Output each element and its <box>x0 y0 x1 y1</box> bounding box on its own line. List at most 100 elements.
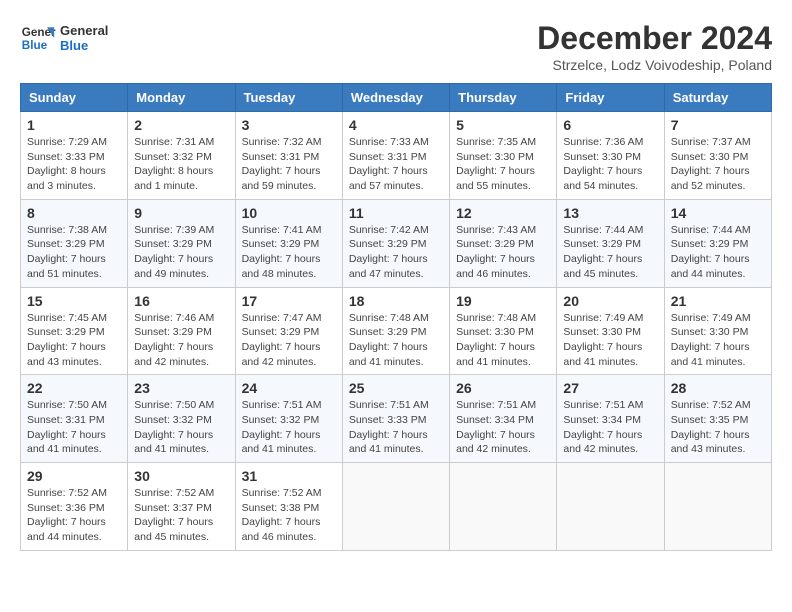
day-header-sunday: Sunday <box>21 84 128 112</box>
day-number: 27 <box>563 380 657 396</box>
day-header-monday: Monday <box>128 84 235 112</box>
calendar-cell: 8Sunrise: 7:38 AMSunset: 3:29 PMDaylight… <box>21 199 128 287</box>
calendar-cell: 26 Sunrise: 7:51 AMSunset: 3:34 PMDayligh… <box>450 375 557 463</box>
day-info: Sunrise: 7:52 AMSunset: 3:37 PMDaylight:… <box>134 486 228 545</box>
calendar-header: SundayMondayTuesdayWednesdayThursdayFrid… <box>21 84 772 112</box>
day-header-friday: Friday <box>557 84 664 112</box>
calendar-cell: 2 Sunrise: 7:31 AMSunset: 3:32 PMDaylight… <box>128 112 235 200</box>
calendar-cell: 3 Sunrise: 7:32 AMSunset: 3:31 PMDaylight… <box>235 112 342 200</box>
day-number: 17 <box>242 293 336 309</box>
day-number: 6 <box>563 117 657 133</box>
day-info: Sunrise: 7:52 AMSunset: 3:35 PMDaylight:… <box>671 398 765 457</box>
day-number: 19 <box>456 293 550 309</box>
calendar-cell: 23Sunrise: 7:50 AMSunset: 3:32 PMDayligh… <box>128 375 235 463</box>
day-number: 31 <box>242 468 336 484</box>
day-number: 15 <box>27 293 121 309</box>
calendar-cell: 17 Sunrise: 7:47 AMSunset: 3:29 PMDayligh… <box>235 287 342 375</box>
svg-text:Blue: Blue <box>22 39 48 52</box>
calendar-week-1: 1 Sunrise: 7:29 AMSunset: 3:33 PMDaylight… <box>21 112 772 200</box>
calendar-cell: 24 Sunrise: 7:51 AMSunset: 3:32 PMDayligh… <box>235 375 342 463</box>
calendar-cell: 19 Sunrise: 7:48 AMSunset: 3:30 PMDayligh… <box>450 287 557 375</box>
day-number: 12 <box>456 205 550 221</box>
calendar-week-5: 29 Sunrise: 7:52 AMSunset: 3:36 PMDayligh… <box>21 463 772 551</box>
title-area: December 2024 Strzelce, Lodz Voivodeship… <box>537 20 772 73</box>
day-number: 29 <box>27 468 121 484</box>
calendar-cell: 22 Sunrise: 7:50 AMSunset: 3:31 PMDayligh… <box>21 375 128 463</box>
day-info: Sunrise: 7:32 AMSunset: 3:31 PMDaylight:… <box>242 135 336 194</box>
calendar-week-3: 15Sunrise: 7:45 AMSunset: 3:29 PMDayligh… <box>21 287 772 375</box>
day-info: Sunrise: 7:51 AMSunset: 3:32 PMDaylight:… <box>242 398 336 457</box>
day-number: 26 <box>456 380 550 396</box>
day-info: Sunrise: 7:41 AMSunset: 3:29 PMDaylight:… <box>242 223 336 282</box>
calendar-cell: 15Sunrise: 7:45 AMSunset: 3:29 PMDayligh… <box>21 287 128 375</box>
calendar-cell: 7 Sunrise: 7:37 AMSunset: 3:30 PMDaylight… <box>664 112 771 200</box>
day-number: 24 <box>242 380 336 396</box>
day-number: 10 <box>242 205 336 221</box>
calendar-table: SundayMondayTuesdayWednesdayThursdayFrid… <box>20 83 772 551</box>
day-number: 5 <box>456 117 550 133</box>
location-title: Strzelce, Lodz Voivodeship, Poland <box>537 57 772 73</box>
day-info: Sunrise: 7:29 AMSunset: 3:33 PMDaylight:… <box>27 135 121 194</box>
calendar-week-2: 8Sunrise: 7:38 AMSunset: 3:29 PMDaylight… <box>21 199 772 287</box>
calendar-cell: 16 Sunrise: 7:46 AMSunset: 3:29 PMDayligh… <box>128 287 235 375</box>
logo-line1: General <box>60 23 108 38</box>
day-header-tuesday: Tuesday <box>235 84 342 112</box>
calendar-cell: 13 Sunrise: 7:44 AMSunset: 3:29 PMDayligh… <box>557 199 664 287</box>
day-info: Sunrise: 7:52 AMSunset: 3:36 PMDaylight:… <box>27 486 121 545</box>
day-number: 7 <box>671 117 765 133</box>
calendar-cell: 21Sunrise: 7:49 AMSunset: 3:30 PMDayligh… <box>664 287 771 375</box>
day-header-saturday: Saturday <box>664 84 771 112</box>
day-number: 25 <box>349 380 443 396</box>
day-number: 20 <box>563 293 657 309</box>
calendar-cell: 9Sunrise: 7:39 AMSunset: 3:29 PMDaylight… <box>128 199 235 287</box>
day-info: Sunrise: 7:44 AMSunset: 3:29 PMDaylight:… <box>671 223 765 282</box>
calendar-body: 1 Sunrise: 7:29 AMSunset: 3:33 PMDaylight… <box>21 112 772 551</box>
day-number: 13 <box>563 205 657 221</box>
calendar-cell <box>342 463 449 551</box>
day-number: 8 <box>27 205 121 221</box>
calendar-cell: 28 Sunrise: 7:52 AMSunset: 3:35 PMDayligh… <box>664 375 771 463</box>
day-number: 3 <box>242 117 336 133</box>
day-info: Sunrise: 7:51 AMSunset: 3:34 PMDaylight:… <box>456 398 550 457</box>
day-number: 14 <box>671 205 765 221</box>
day-number: 2 <box>134 117 228 133</box>
calendar-cell: 30Sunrise: 7:52 AMSunset: 3:37 PMDayligh… <box>128 463 235 551</box>
calendar-cell: 18Sunrise: 7:48 AMSunset: 3:29 PMDayligh… <box>342 287 449 375</box>
day-info: Sunrise: 7:42 AMSunset: 3:29 PMDaylight:… <box>349 223 443 282</box>
day-info: Sunrise: 7:52 AMSunset: 3:38 PMDaylight:… <box>242 486 336 545</box>
day-info: Sunrise: 7:51 AMSunset: 3:33 PMDaylight:… <box>349 398 443 457</box>
day-info: Sunrise: 7:46 AMSunset: 3:29 PMDaylight:… <box>134 311 228 370</box>
day-number: 4 <box>349 117 443 133</box>
day-number: 16 <box>134 293 228 309</box>
day-info: Sunrise: 7:36 AMSunset: 3:30 PMDaylight:… <box>563 135 657 194</box>
day-number: 22 <box>27 380 121 396</box>
logo-icon: General Blue <box>20 20 56 56</box>
day-number: 18 <box>349 293 443 309</box>
calendar-cell: 12 Sunrise: 7:43 AMSunset: 3:29 PMDayligh… <box>450 199 557 287</box>
day-header-thursday: Thursday <box>450 84 557 112</box>
day-info: Sunrise: 7:43 AMSunset: 3:29 PMDaylight:… <box>456 223 550 282</box>
day-info: Sunrise: 7:37 AMSunset: 3:30 PMDaylight:… <box>671 135 765 194</box>
calendar-cell: 4 Sunrise: 7:33 AMSunset: 3:31 PMDaylight… <box>342 112 449 200</box>
calendar-week-4: 22 Sunrise: 7:50 AMSunset: 3:31 PMDayligh… <box>21 375 772 463</box>
logo: General Blue General Blue <box>20 20 108 56</box>
day-info: Sunrise: 7:51 AMSunset: 3:34 PMDaylight:… <box>563 398 657 457</box>
day-number: 28 <box>671 380 765 396</box>
day-info: Sunrise: 7:48 AMSunset: 3:30 PMDaylight:… <box>456 311 550 370</box>
calendar-cell: 14 Sunrise: 7:44 AMSunset: 3:29 PMDayligh… <box>664 199 771 287</box>
day-number: 1 <box>27 117 121 133</box>
day-info: Sunrise: 7:35 AMSunset: 3:30 PMDaylight:… <box>456 135 550 194</box>
calendar-cell: 27 Sunrise: 7:51 AMSunset: 3:34 PMDayligh… <box>557 375 664 463</box>
day-info: Sunrise: 7:44 AMSunset: 3:29 PMDaylight:… <box>563 223 657 282</box>
day-number: 11 <box>349 205 443 221</box>
calendar-cell: 5 Sunrise: 7:35 AMSunset: 3:30 PMDaylight… <box>450 112 557 200</box>
day-info: Sunrise: 7:47 AMSunset: 3:29 PMDaylight:… <box>242 311 336 370</box>
day-info: Sunrise: 7:50 AMSunset: 3:31 PMDaylight:… <box>27 398 121 457</box>
day-info: Sunrise: 7:49 AMSunset: 3:30 PMDaylight:… <box>563 311 657 370</box>
day-info: Sunrise: 7:50 AMSunset: 3:32 PMDaylight:… <box>134 398 228 457</box>
day-number: 21 <box>671 293 765 309</box>
day-info: Sunrise: 7:33 AMSunset: 3:31 PMDaylight:… <box>349 135 443 194</box>
calendar-cell: 1 Sunrise: 7:29 AMSunset: 3:33 PMDaylight… <box>21 112 128 200</box>
day-info: Sunrise: 7:31 AMSunset: 3:32 PMDaylight:… <box>134 135 228 194</box>
calendar-cell: 6 Sunrise: 7:36 AMSunset: 3:30 PMDaylight… <box>557 112 664 200</box>
